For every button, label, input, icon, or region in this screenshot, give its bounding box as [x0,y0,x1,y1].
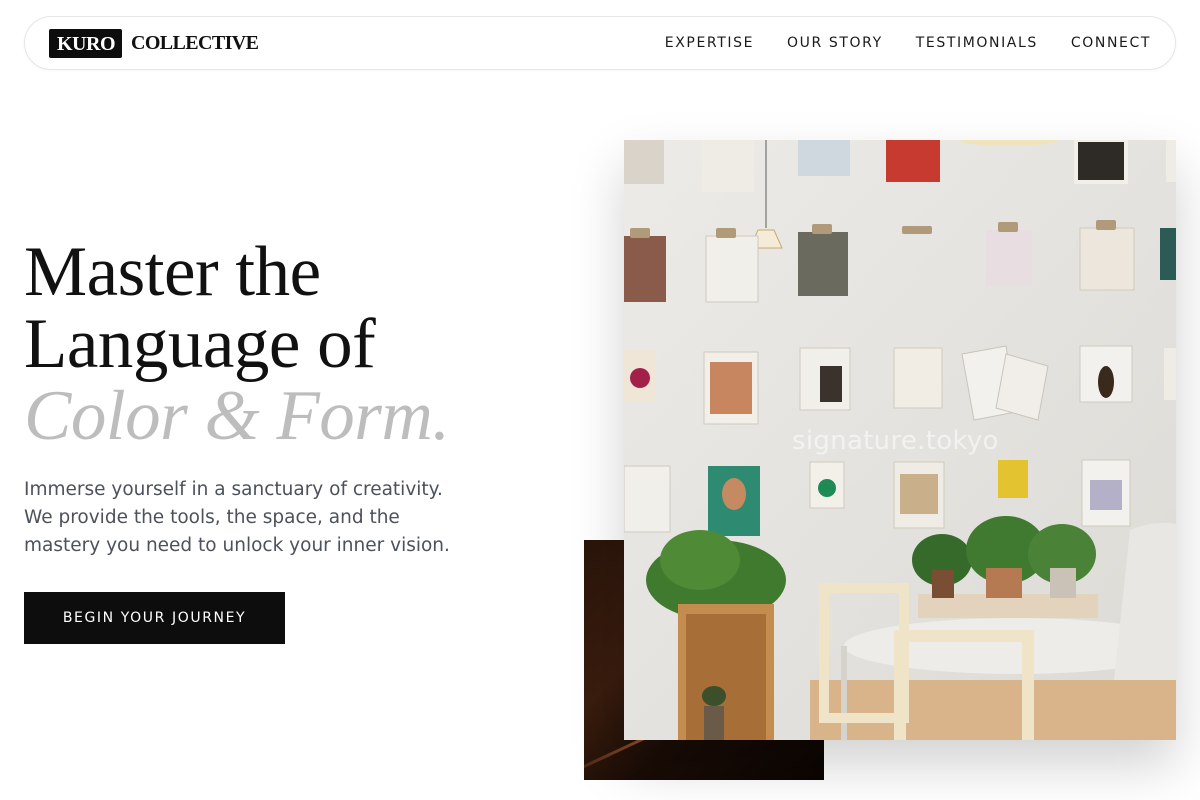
nav-link-expertise[interactable]: EXPERTISE [665,35,754,51]
headline-line-2: Language of [24,305,376,383]
hero-photo: signature.tokyo [624,140,1176,740]
photo-watermark: signature.tokyo [792,426,999,456]
hero-headline: Master the Language of Color & Form. [24,236,544,452]
nav-link-connect[interactable]: CONNECT [1071,35,1151,51]
nav-link-testimonials[interactable]: TESTIMONIALS [916,35,1038,51]
headline-line-1: Master the [24,233,321,311]
brand-mark: KURO [49,28,122,58]
nav-link-our-story[interactable]: OUR STORY [787,35,883,51]
begin-journey-button[interactable]: BEGIN YOUR JOURNEY [24,592,285,644]
headline-accent: Color & Form. [24,377,450,455]
brand-logo[interactable]: KURO COLLECTIVE [49,28,259,58]
top-navbar: KURO COLLECTIVE EXPERTISE OUR STORY TEST… [24,16,1176,70]
nav-menu: EXPERTISE OUR STORY TESTIMONIALS CONNECT [665,35,1151,51]
brand-name: COLLECTIVE [131,31,259,54]
hero-description: Immerse yourself in a sanctuary of creat… [24,479,450,556]
